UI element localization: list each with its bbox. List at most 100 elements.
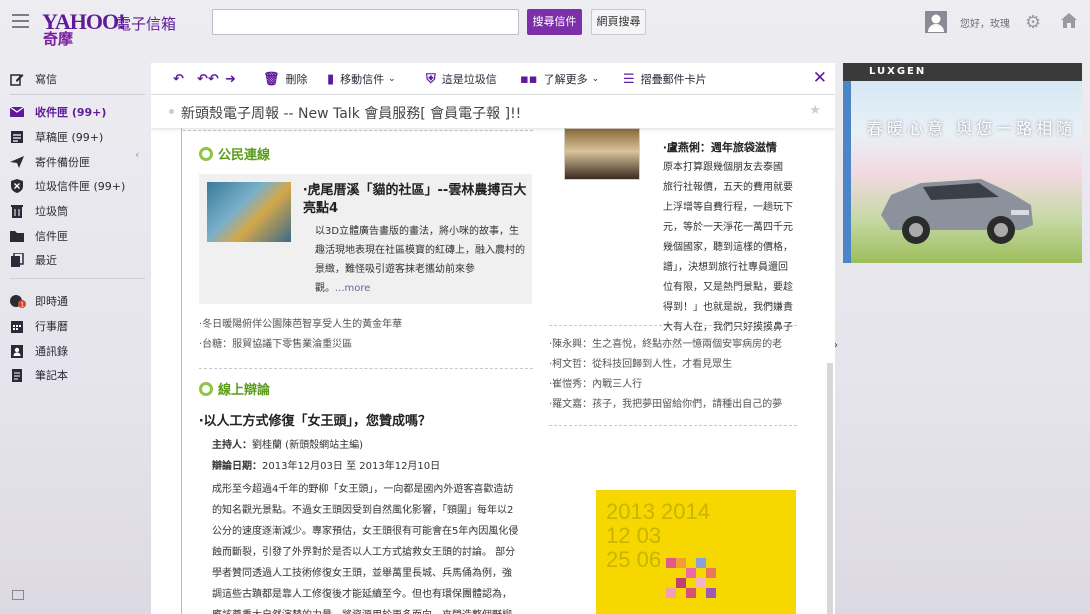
sent-icon bbox=[10, 155, 24, 169]
poster-line: 12 03 bbox=[606, 523, 662, 548]
calendar-icon bbox=[10, 319, 24, 333]
forward-icon[interactable]: ➜ bbox=[225, 71, 242, 87]
sidebar-item-folders[interactable]: 信件匣 bbox=[10, 227, 68, 245]
column-line: 元，等於一天淨花一萬四千元 bbox=[663, 222, 793, 233]
column-line: 位有限，又是熱門景點，要趁 bbox=[663, 282, 793, 293]
reply-all-icon[interactable]: ↶↶ bbox=[197, 71, 225, 87]
date-label: 辯論日期： bbox=[212, 461, 262, 472]
divider bbox=[199, 368, 533, 369]
search-web-button[interactable]: 網頁搜尋 bbox=[591, 9, 646, 35]
spam-button[interactable]: ⛨ 這是垃圾信 bbox=[426, 71, 497, 87]
delete-label: 刪除 bbox=[285, 73, 308, 86]
host-label: 主持人： bbox=[212, 440, 252, 451]
image-icon[interactable] bbox=[12, 590, 24, 600]
article-link[interactable]: ‧冬日暖陽俯佯公園陳芭智享受人生的黃金年華 bbox=[199, 315, 402, 335]
search-mail-button[interactable]: 搜尋信件 bbox=[527, 9, 582, 35]
host-line: 主持人：劉桂蘭 (新頭殼網站主編) bbox=[199, 435, 534, 456]
poster-pixel-art bbox=[666, 558, 716, 598]
sidebar-item-notepad[interactable]: 筆記本 bbox=[10, 366, 68, 384]
article-title[interactable]: ‧虎尾厝溪「貓的社區」--雲林農搏百大亮點4 bbox=[303, 182, 531, 218]
draft-icon bbox=[10, 130, 24, 144]
link-list-2: ‧陳永興：生之喜悅，終點亦然一憶兩個安寧病房的老 ‧柯文哲：從科技回歸到人性，才… bbox=[549, 335, 799, 415]
more-label: 了解更多 bbox=[543, 73, 588, 86]
scrollbar[interactable] bbox=[827, 363, 833, 614]
spam-label: 這是垃圾信 bbox=[441, 73, 497, 86]
move-button[interactable]: ▮ 移動信件 ⌄ bbox=[327, 71, 396, 87]
folder-icon bbox=[10, 229, 24, 243]
columnist-photo[interactable] bbox=[564, 128, 640, 180]
collapse-sidebar-icon[interactable]: ‹ bbox=[135, 148, 139, 161]
sidebar-item-label: 草稿匣 (99+) bbox=[35, 131, 104, 144]
event-poster[interactable]: 2013 2014 12 03 25 06 bbox=[596, 490, 796, 614]
column-line: 旅行社報價，五天的費用就要 bbox=[663, 182, 793, 193]
article-link[interactable]: ‧陳永興：生之喜悅，終點亦然一憶兩個安寧病房的老 bbox=[549, 335, 799, 355]
advertisement[interactable]: LUXGEN 春暖心意 與您一路相隨 bbox=[843, 63, 1082, 263]
email-subject-bar: 新頭殼電子周報 -- New Talk 會員服務[ 會員電子報 ]!! ★ bbox=[151, 95, 835, 128]
article-image[interactable] bbox=[207, 182, 291, 242]
reply-icon[interactable]: ↶ bbox=[173, 71, 190, 87]
column-title[interactable]: ‧盧燕俐：週年旅袋滋情 bbox=[663, 138, 803, 158]
logo-sub: 奇摩 bbox=[43, 30, 74, 48]
sidebar-item-inbox[interactable]: 收件匣 (99+) bbox=[9, 103, 107, 121]
sidebar-item-label: 垃圾筒 bbox=[35, 205, 68, 218]
sidebar-item-spam[interactable]: 垃圾信件匣 (99+) bbox=[10, 177, 125, 195]
gear-icon[interactable]: ⚙ bbox=[1025, 12, 1041, 33]
sidebar-item-drafts[interactable]: 草稿匣 (99+) bbox=[10, 128, 103, 146]
featured-article-card[interactable]: ‧虎尾厝溪「貓的社區」--雲林農搏百大亮點4 以3D立體廣告畫版的畫法，將小咪的… bbox=[199, 174, 532, 304]
sidebar-item-contacts[interactable]: 通訊錄 bbox=[10, 342, 68, 360]
spam-shield-icon bbox=[10, 179, 24, 193]
sidebar-item-trash[interactable]: 垃圾筒 bbox=[10, 202, 68, 220]
contacts-icon bbox=[10, 344, 24, 358]
more-button[interactable]: ▪▪ 了解更多 ⌄ bbox=[520, 71, 599, 87]
sidebar-item-calendar[interactable]: 行事曆 bbox=[10, 317, 68, 335]
greeting-text[interactable]: 您好，玫瑰 bbox=[960, 15, 1010, 30]
link-list-1: ‧冬日暖陽俯佯公園陳芭智享受人生的黃金年華 ‧台糖：服貿協議下零售業淪重災區 bbox=[199, 315, 402, 355]
sidebar-item-label: 行事曆 bbox=[35, 320, 68, 333]
stack-cards-button[interactable]: ☰ 摺疊郵件卡片 bbox=[623, 71, 707, 87]
section-label: 公民連線 bbox=[218, 148, 271, 163]
debate-article: ‧以人工方式修復「女王頭」，您贊成嗎？ 主持人：劉桂蘭 (新頭殼網站主編) 辯論… bbox=[199, 410, 534, 614]
recent-icon bbox=[10, 252, 24, 267]
sidebar-item-recent[interactable]: 最近 bbox=[10, 251, 57, 269]
body-line: 調這些古蹟都是靠人工修復後才能延續至今。但也有環保團體認為， bbox=[212, 589, 512, 600]
avatar[interactable] bbox=[925, 11, 947, 33]
sidebar-item-label: 最近 bbox=[35, 254, 57, 267]
sidebar-divider bbox=[10, 278, 145, 279]
move-label: 移動信件 bbox=[340, 73, 385, 86]
home-icon[interactable] bbox=[1060, 12, 1078, 29]
spam-shield-icon: ⛨ bbox=[426, 71, 436, 87]
article-link[interactable]: ‧柯文哲：從科技回歸到人性，才看見眾生 bbox=[549, 355, 799, 375]
close-icon[interactable]: ✕ bbox=[813, 68, 827, 88]
yahoo-logo[interactable]: YAHOO! 奇摩 電子信箱 bbox=[41, 9, 181, 48]
delete-button[interactable]: 🗑 刪除 bbox=[263, 71, 308, 87]
menu-icon[interactable] bbox=[12, 14, 29, 28]
body-line: 學者贊同透過人工技術修復女王頭，並舉萬里長城、兵馬俑為例，強 bbox=[212, 568, 512, 579]
chevron-right-icon[interactable]: › bbox=[834, 340, 838, 351]
ad-slogan: 春暖心意 與您一路相隨 bbox=[867, 119, 1077, 138]
body-line: 成形至今超過4千年的野柳「女王頭」，一向都是國內外遊客喜歡造訪 bbox=[212, 484, 514, 495]
search-input[interactable] bbox=[212, 9, 519, 35]
article-link[interactable]: ‧崔愷秀：內戰三人行 bbox=[549, 375, 799, 395]
column-excerpt: ‧盧燕俐：週年旅袋滋情 原本打算跟幾個朋友去泰國 旅行社報價，五天的費用就要 上… bbox=[663, 138, 803, 338]
ad-strip bbox=[843, 81, 851, 263]
compose-button[interactable]: 寫信 bbox=[10, 70, 57, 88]
sidebar-divider bbox=[10, 94, 145, 95]
trash-icon bbox=[10, 204, 24, 218]
article-link[interactable]: ‧羅文嘉：孩子，我把夢田留給你們，請種出自己的夢 bbox=[549, 395, 799, 415]
read-more-link[interactable]: ...more bbox=[335, 283, 370, 294]
debate-body: 成形至今超過4千年的野柳「女王頭」，一向都是國內外遊客喜歡造訪 的知名觀光景點。… bbox=[199, 479, 534, 614]
chevron-down-icon: ⌄ bbox=[388, 74, 396, 84]
column-line: 得到！」也就是說，我們嫌貴 bbox=[663, 302, 793, 313]
stack-label: 摺疊郵件卡片 bbox=[640, 73, 707, 86]
sidebar-item-label: 寄件備份匣 bbox=[35, 156, 90, 169]
sidebar-item-label: 收件匣 (99+) bbox=[35, 106, 107, 119]
divider bbox=[549, 325, 797, 326]
article-link[interactable]: ‧台糖：服貿協議下零售業淪重災區 bbox=[199, 335, 402, 355]
column-line: 譜」，決想到旅行社專員還回 bbox=[663, 262, 788, 273]
section-label: 線上辯論 bbox=[218, 383, 271, 398]
body-line: 公分的速度逐漸減少。專家預估，女王頭很有可能會在5年內因風化侵 bbox=[212, 526, 519, 537]
debate-title[interactable]: ‧以人工方式修復「女王頭」，您贊成嗎？ bbox=[199, 410, 534, 429]
star-icon[interactable]: ★ bbox=[809, 103, 821, 118]
sidebar-item-sent[interactable]: 寄件備份匣 bbox=[10, 153, 90, 171]
sidebar-item-messenger[interactable]: 1 即時通 bbox=[10, 292, 68, 310]
